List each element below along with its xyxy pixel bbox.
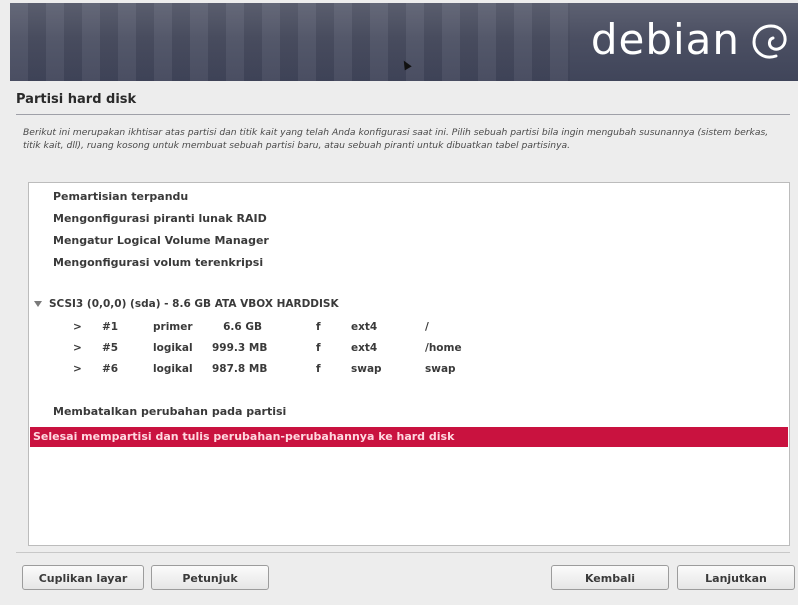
partition-type: logikal <box>153 363 193 375</box>
installer-window: debian Partisi hard disk Berikut ini mer… <box>0 0 798 605</box>
continue-button[interactable]: Lanjutkan <box>677 565 795 590</box>
page-title: Partisi hard disk <box>16 92 137 107</box>
disk-device-label: SCSI3 (0,0,0) (sda) - 8.6 GB ATA VBOX HA… <box>49 298 339 310</box>
partition-number: #6 <box>102 363 119 375</box>
partition-format-flag: f <box>316 342 321 354</box>
partition-size: 6.6 GB <box>223 321 262 333</box>
partition-filesystem: swap <box>351 363 382 375</box>
finish-partitioning-label: Selesai mempartisi dan tulis perubahan-p… <box>33 430 455 443</box>
expand-triangle-icon <box>34 301 42 307</box>
debian-logo-text: debian <box>590 15 740 64</box>
menu-item-configure-encrypted[interactable]: Mengonfigurasi volum terenkripsi <box>53 253 263 272</box>
partition-format-flag: f <box>316 363 321 375</box>
menu-item-configure-lvm[interactable]: Mengatur Logical Volume Manager <box>53 231 269 250</box>
menu-item-undo-changes[interactable]: Membatalkan perubahan pada partisi <box>53 402 286 421</box>
partition-size: 987.8 MB <box>212 363 268 375</box>
menu-item-configure-raid[interactable]: Mengonfigurasi piranti lunak RAID <box>53 209 267 228</box>
partition-mountpoint: / <box>425 321 429 333</box>
partition-mountpoint: /home <box>425 342 462 354</box>
partition-format-flag: f <box>316 321 321 333</box>
instruction-text: Berikut ini merupakan ikhtisar atas part… <box>23 127 769 151</box>
back-button[interactable]: Kembali <box>551 565 669 590</box>
debian-swirl-icon <box>752 24 787 59</box>
disk-device-row[interactable]: SCSI3 (0,0,0) (sda) - 8.6 GB ATA VBOX HA… <box>34 295 339 314</box>
partition-size: 999.3 MB <box>212 342 268 354</box>
title-divider <box>16 114 790 115</box>
menu-item-guided-partitioning[interactable]: Pemartisian terpandu <box>53 187 188 206</box>
partition-row[interactable]: > #1 primer 6.6 GB f ext4 / <box>29 318 789 337</box>
screenshot-button[interactable]: Cuplikan layar <box>22 565 144 590</box>
header-banner: debian <box>10 3 798 81</box>
footer-divider <box>16 552 790 553</box>
partition-arrow-icon: > <box>73 363 82 375</box>
partition-list[interactable]: Pemartisian terpandu Mengonfigurasi pira… <box>28 182 790 546</box>
partition-arrow-icon: > <box>73 342 82 354</box>
partition-number: #5 <box>102 342 119 354</box>
partition-mountpoint: swap <box>425 363 456 375</box>
partition-type: logikal <box>153 342 193 354</box>
partition-number: #1 <box>102 321 119 333</box>
partition-filesystem: ext4 <box>351 342 378 354</box>
partition-type: primer <box>153 321 193 333</box>
partition-arrow-icon: > <box>73 321 82 333</box>
menu-item-finish-partitioning[interactable]: Selesai mempartisi dan tulis perubahan-p… <box>30 427 788 447</box>
banner-pattern <box>10 3 570 81</box>
partition-row[interactable]: > #5 logikal 999.3 MB f ext4 /home <box>29 339 789 358</box>
help-button[interactable]: Petunjuk <box>151 565 269 590</box>
partition-row[interactable]: > #6 logikal 987.8 MB f swap swap <box>29 360 789 379</box>
partition-filesystem: ext4 <box>351 321 378 333</box>
